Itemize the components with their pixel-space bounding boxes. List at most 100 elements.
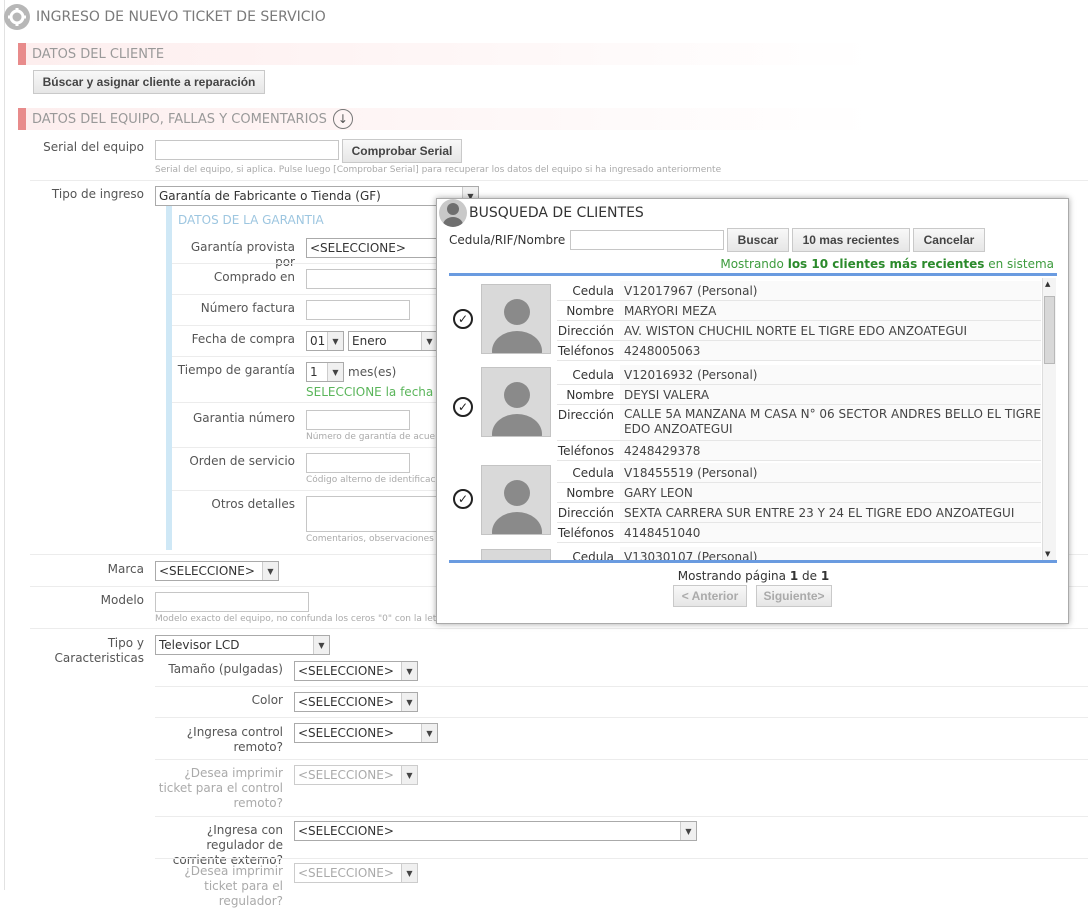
modelo-hint: Modelo exacto del equipo, no confunda lo… <box>155 614 437 624</box>
marca-select[interactable]: <SELECCIONE> ▼ <box>155 561 279 581</box>
garantia-provista-select[interactable]: <SELECCIONE> <box>306 238 446 258</box>
row-divider <box>155 816 1088 817</box>
pagination-info: Mostrando página 1 de 1 <box>437 569 1070 583</box>
comprado-input[interactable] <box>306 269 446 289</box>
imprimir-regulador-select[interactable]: <SELECCIONE> ▼ <box>294 863 418 883</box>
chevron-down-icon: ▼ <box>680 822 696 840</box>
comprado-label: Comprado en <box>213 270 295 284</box>
arrow-down-circle-icon[interactable]: ↓ <box>332 109 353 129</box>
row-divider <box>155 717 1088 718</box>
section-cliente-header: DATOS DEL CLIENTE <box>18 43 1088 65</box>
tiempo-unit: mes(es) <box>348 365 397 379</box>
list-scrollbar[interactable]: ▲ ▼ <box>1042 278 1056 560</box>
client-item[interactable]: ✓ Cedula V12016932 (Personal) Nombre DEYSI… <box>449 365 1041 461</box>
chevron-down-icon: ▼ <box>401 662 417 680</box>
client-list: ✓ Cedula V12017967 (Personal) Nombre MARYO… <box>449 278 1057 560</box>
client-cedula: V12017967 (Personal) <box>620 281 1041 300</box>
tiempo-garantia-select[interactable]: 1 ▼ <box>306 362 344 382</box>
client-item[interactable]: ✓ Cedula V12017967 (Personal) Nombre MARYO… <box>449 281 1041 363</box>
orden-servicio-hint: Código alterno de identificació <box>306 475 436 485</box>
client-direccion: AV. WISTON CHUCHIL NORTE EL TIGRE EDO AN… <box>620 321 1041 340</box>
field-label: Cedula <box>572 284 614 298</box>
select-check-icon[interactable]: ✓ <box>453 309 473 329</box>
row-divider <box>155 858 1088 859</box>
chevron-down-icon: ▼ <box>421 332 437 350</box>
select-check-icon[interactable]: ✓ <box>453 489 473 509</box>
client-direccion: CALLE 5A MANZANA M CASA N° 06 SECTOR AND… <box>620 405 1041 440</box>
section-equipo-title: DATOS DEL EQUIPO, FALLAS Y COMENTARIOS <box>32 111 327 127</box>
chevron-down-icon: ▼ <box>401 766 417 784</box>
garantia-provista-label: Garantía provista por <box>190 240 295 269</box>
client-nombre: DEYSI VALERA <box>620 385 1041 404</box>
client-search-input[interactable] <box>570 230 724 250</box>
orden-servicio-label: Orden de servicio <box>189 454 295 468</box>
avatar <box>481 284 551 354</box>
field-label: Cedula <box>572 466 614 480</box>
field-label: Nombre <box>566 486 614 500</box>
color-select[interactable]: <SELECCIONE> ▼ <box>294 692 418 712</box>
field-label: Teléfonos <box>557 344 614 358</box>
row-divider <box>172 402 442 403</box>
list-bottom-border <box>449 560 1057 563</box>
assign-client-button[interactable]: Búscar y asignar cliente a reparación <box>33 70 265 94</box>
row-divider <box>172 294 442 295</box>
client-item[interactable]: ✓ Cedula V18455519 (Personal) Nombre GARY … <box>449 463 1041 545</box>
client-item[interactable]: Cedula V13030107 (Personal) <box>449 547 1041 560</box>
otros-detalles-hint: Comentarios, observaciones o <box>306 534 436 544</box>
status-suffix: en sistema <box>988 257 1054 271</box>
modelo-input[interactable] <box>155 592 309 612</box>
tamano-select[interactable]: <SELECCIONE> ▼ <box>294 661 418 681</box>
chevron-down-icon: ▼ <box>421 724 437 742</box>
imprimir-regulador-label: ¿Desea imprimir ticket para el regulador… <box>184 864 283 908</box>
scroll-thumb[interactable] <box>1044 296 1055 364</box>
client-fields: Cedula V13030107 (Personal) <box>557 547 1041 560</box>
recent-clients-button[interactable]: 10 mas recientes <box>792 228 910 252</box>
fecha-dia-select[interactable]: 01 ▼ <box>306 331 344 351</box>
field-label: Teléfonos <box>557 444 614 458</box>
row-divider <box>172 263 442 264</box>
cancel-button[interactable]: Cancelar <box>913 228 985 252</box>
row-divider <box>172 490 442 491</box>
client-nombre: GARY LEON <box>620 483 1041 502</box>
row-divider <box>30 628 1088 629</box>
garantia-numero-label: Garantia número <box>192 411 295 425</box>
client-fields: Cedula V12017967 (Personal) Nombre MARYORI… <box>557 281 1041 361</box>
scroll-down-icon[interactable]: ▼ <box>1045 550 1050 558</box>
check-serial-button[interactable]: Comprobar Serial <box>342 139 462 163</box>
select-check-icon[interactable]: ✓ <box>453 397 473 417</box>
chevron-down-icon: ▼ <box>313 636 329 654</box>
client-cedula: V13030107 (Personal) <box>620 547 1041 560</box>
pager-of: de <box>802 569 818 583</box>
chevron-down-icon: ▼ <box>262 562 278 580</box>
color-label: Color <box>251 693 283 707</box>
imprimir-control-select[interactable]: <SELECCIONE> ▼ <box>294 765 418 785</box>
tipo-ingreso-label: Tipo de ingreso <box>51 187 144 201</box>
client-cedula: V12016932 (Personal) <box>620 365 1041 384</box>
fecha-mes-select[interactable]: Enero ▼ <box>348 331 438 351</box>
search-status: Mostrando los 10 clientes más recientes … <box>720 257 1054 271</box>
control-remoto-select[interactable]: <SELECCIONE> ▼ <box>294 723 438 743</box>
marca-value: <SELECCIONE> <box>159 564 255 578</box>
prev-page-button[interactable]: < Anterior <box>673 585 747 607</box>
serial-input[interactable] <box>155 140 339 160</box>
next-page-button[interactable]: Siguiente> <box>756 585 832 607</box>
tipo-select[interactable]: Televisor LCD ▼ <box>155 635 330 655</box>
regulador-select[interactable]: <SELECCIONE> ▼ <box>294 821 697 841</box>
tamano-value: <SELECCIONE> <box>298 664 394 678</box>
modal-title: BUSQUEDA DE CLIENTES <box>469 205 644 221</box>
otros-detalles-textarea[interactable] <box>306 496 446 532</box>
avatar <box>481 465 551 535</box>
row-divider <box>172 447 442 448</box>
tiempo-garantia-value: 1 <box>310 365 318 379</box>
search-button[interactable]: Buscar <box>727 228 789 252</box>
tipo-ingreso-select[interactable]: Garantía de Fabricante o Tienda (GF) ▼ <box>155 186 479 206</box>
row-divider <box>155 759 1088 760</box>
factura-input[interactable] <box>306 300 410 320</box>
garantia-numero-input[interactable] <box>306 410 410 430</box>
section-cliente-title: DATOS DEL CLIENTE <box>32 46 165 62</box>
scroll-up-icon[interactable]: ▲ <box>1045 280 1050 288</box>
orden-servicio-input[interactable] <box>306 453 410 473</box>
regulador-value: <SELECCIONE> <box>298 824 394 838</box>
gear-icon <box>4 4 30 30</box>
client-fields: Cedula V12016932 (Personal) Nombre DEYSI V… <box>557 365 1041 461</box>
